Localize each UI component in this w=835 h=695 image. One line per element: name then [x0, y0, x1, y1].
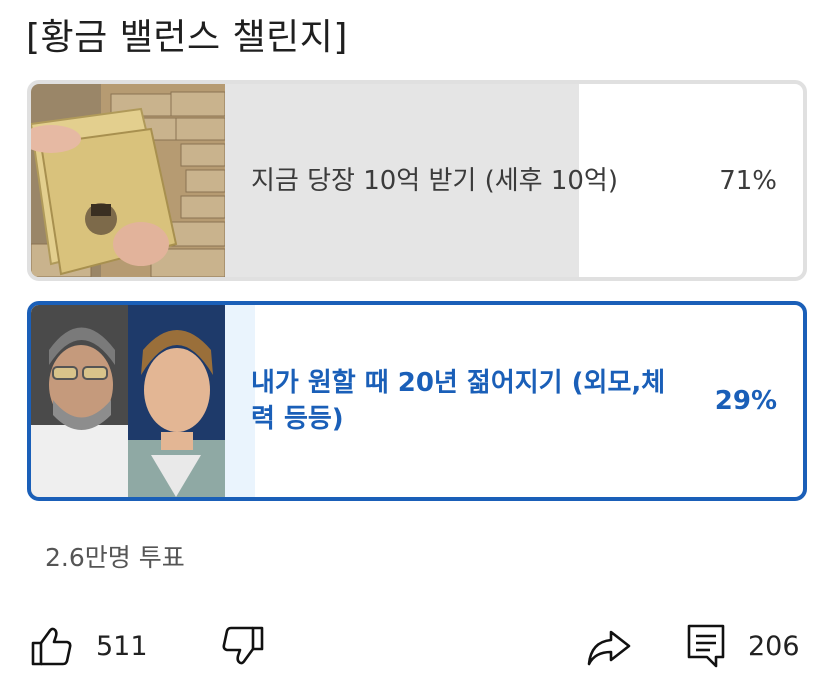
share-button[interactable] [585, 620, 633, 672]
comment-icon [686, 623, 726, 669]
poll-option-label: 지금 당장 10억 받기 (세후 10억) [251, 165, 618, 196]
thumbs-up-icon [30, 624, 74, 668]
poll-option-percent: 71% [719, 165, 777, 196]
comments-button[interactable]: 206 [686, 620, 800, 672]
dislike-button[interactable] [218, 620, 266, 672]
poll-option-percent: 29% [714, 386, 777, 416]
poll-title: [황금 밸런스 챌린지] [26, 17, 348, 58]
thumbs-down-icon [218, 624, 266, 668]
money-photo [31, 84, 225, 277]
comment-count: 206 [748, 630, 800, 662]
vote-count: 2.6만명 투표 [45, 543, 185, 572]
poll-option-money[interactable]: 지금 당장 10억 받기 (세후 10억) 71% [27, 80, 807, 281]
actor-photo [31, 305, 225, 497]
share-icon [585, 624, 633, 668]
like-button[interactable]: 511 [30, 620, 148, 672]
poll-option-label: 내가 원할 때 20년 젊어지기 (외모,체력 등등) [251, 368, 666, 434]
poll-option-younger[interactable]: 내가 원할 때 20년 젊어지기 (외모,체력 등등) 29% [27, 301, 807, 501]
like-count: 511 [96, 630, 148, 662]
